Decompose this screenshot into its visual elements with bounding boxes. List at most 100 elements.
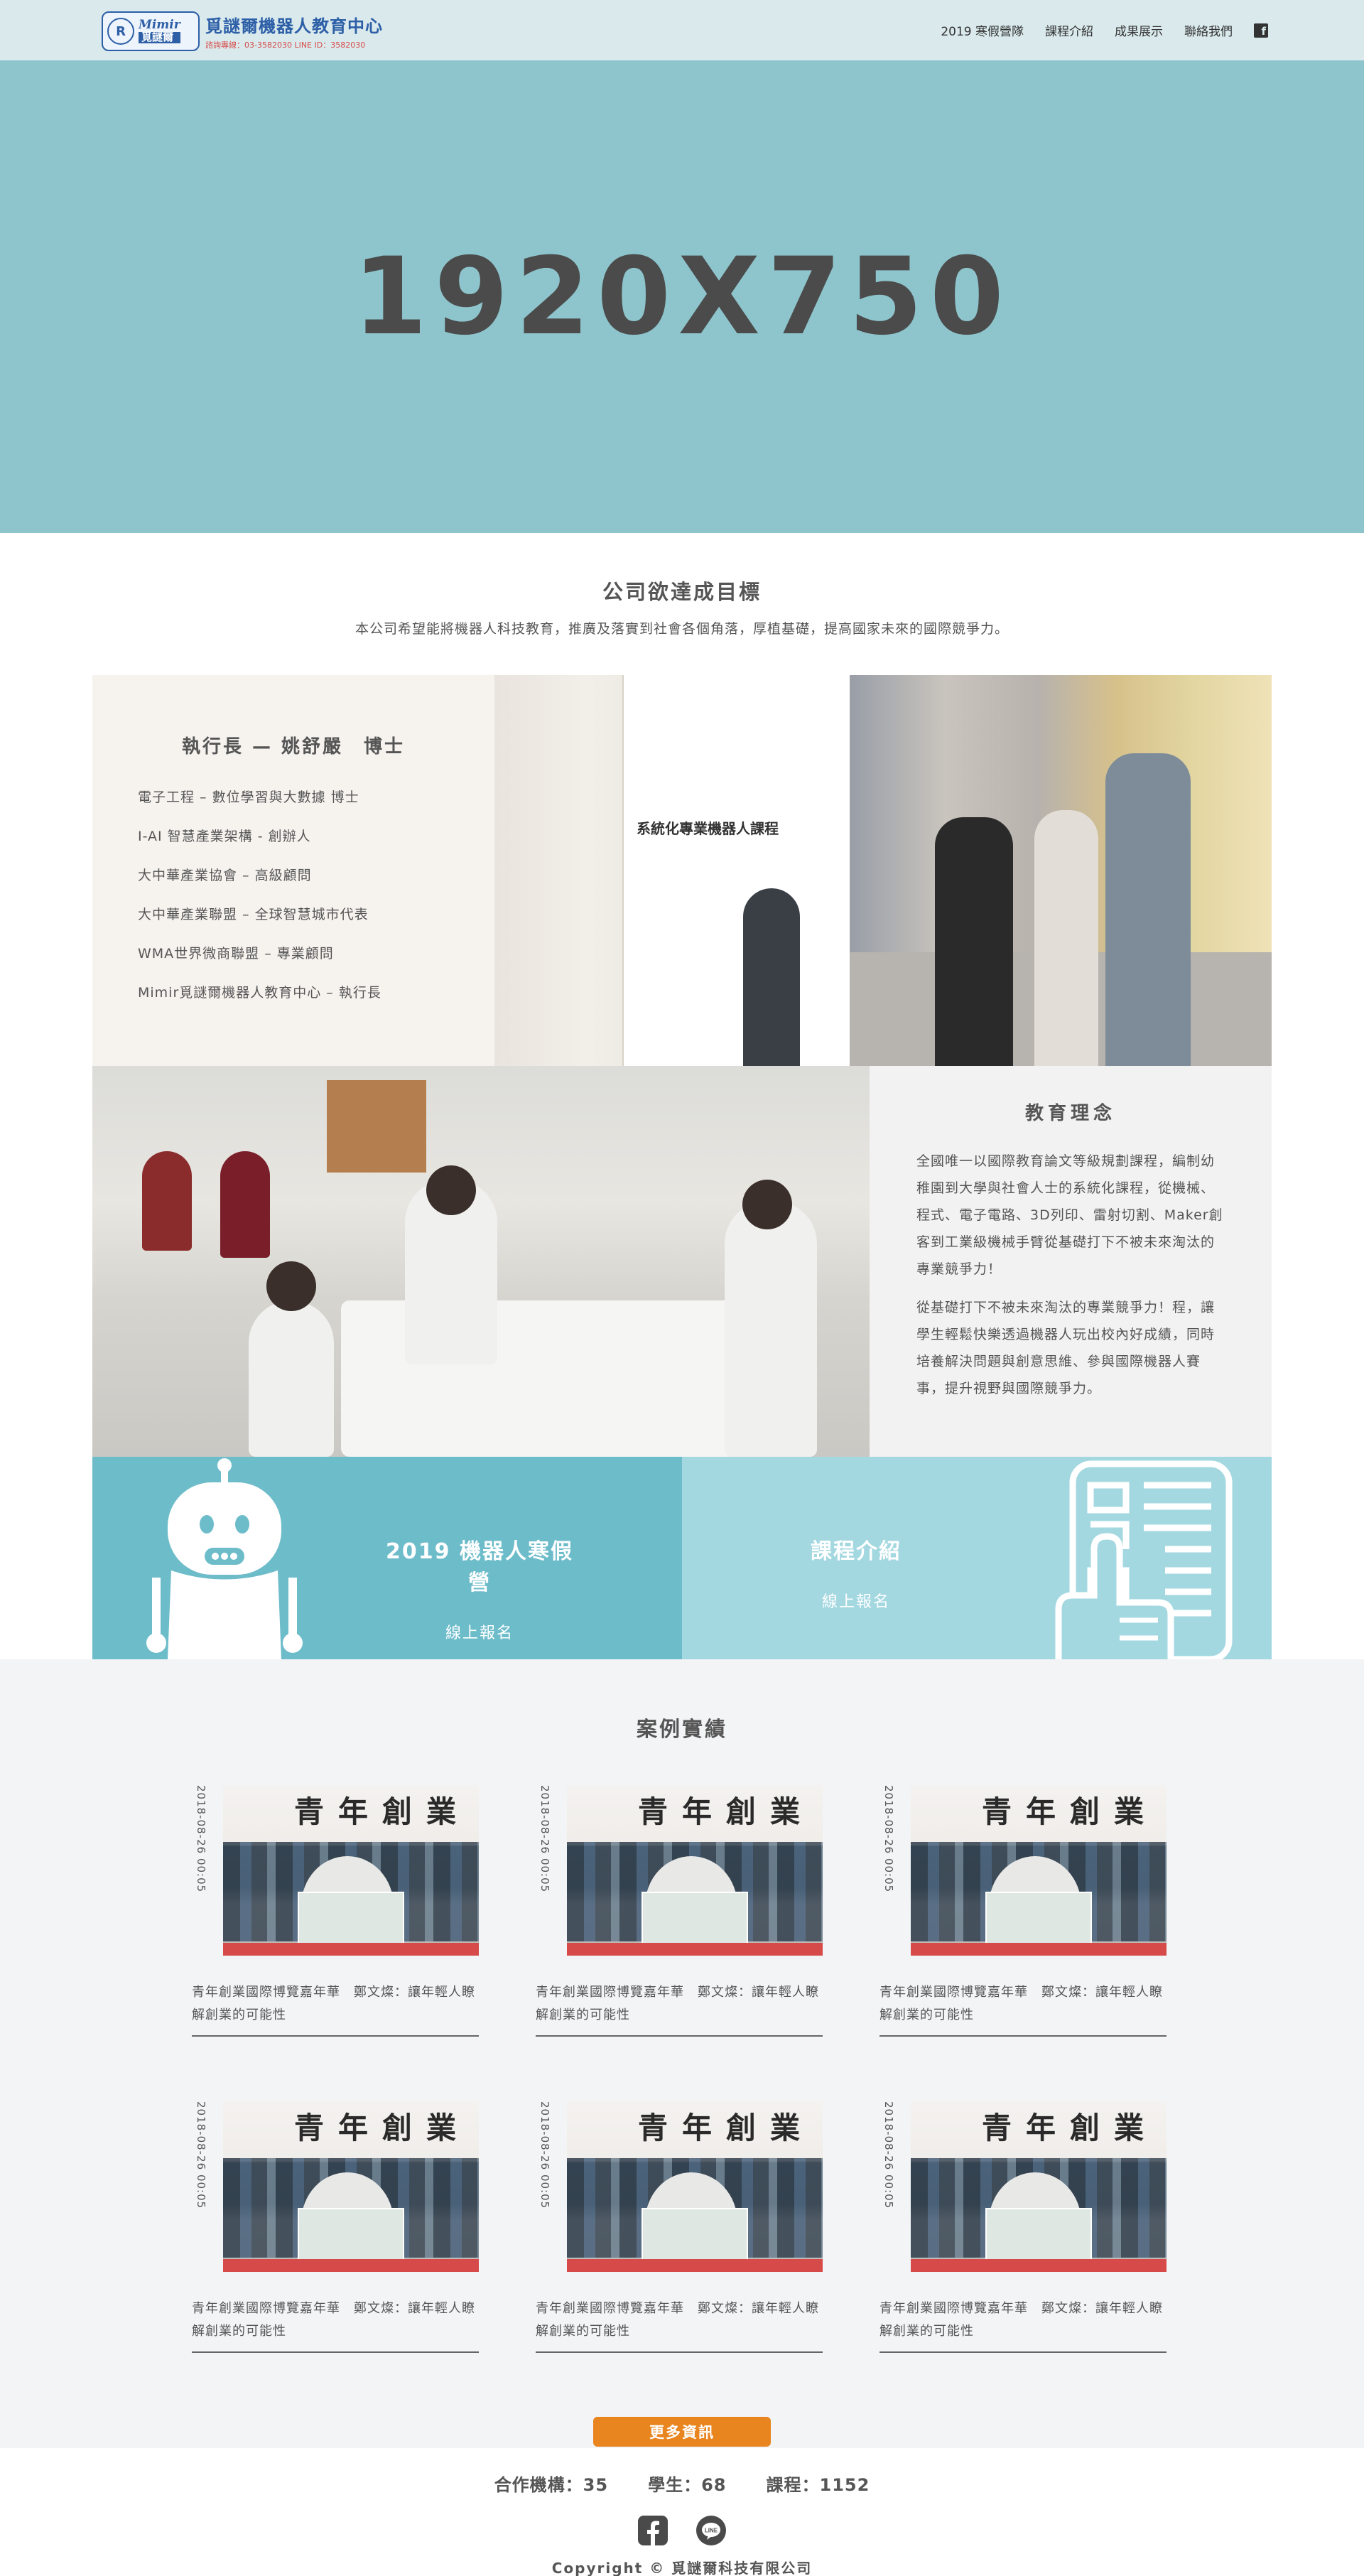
- case-divider: [536, 2351, 823, 2353]
- expo-person: [1034, 810, 1098, 1066]
- logo-contact: 諮詢專線：03-3582030 LINE ID：3582030: [205, 41, 366, 50]
- main-nav: 2019 寒假營隊 課程介紹 成果展示 聯絡我們 f: [941, 21, 1268, 39]
- nav-showcase[interactable]: 成果展示: [1115, 21, 1163, 39]
- stat-courses: 課程：1152: [766, 2475, 870, 2495]
- course-intro-title: 課程介紹: [811, 1539, 902, 1564]
- ceo-credential: 大中華產業聯盟 – 全球智慧城市代表: [138, 907, 369, 922]
- stat-students: 學生：68: [648, 2475, 727, 2495]
- ceo-credential: Mimir覓謎爾機器人教育中心 – 執行長: [138, 985, 381, 1001]
- winter-camp-promo[interactable]: 2019 機器人寒假營 線上報名: [92, 1457, 682, 1659]
- goal-title: 公司欲達成目標: [602, 580, 762, 604]
- case-title[interactable]: 青年創業國際博覽嘉年華 鄭文燦：讓年輕人瞭解創業的可能性: [192, 1981, 479, 2027]
- course-intro-signup-link[interactable]: 線上報名: [774, 1589, 938, 1612]
- expo-board-sign: 系統化專業機器人課程: [637, 820, 779, 837]
- classroom-table: [341, 1300, 739, 1457]
- ceo-credential: I-AI 智慧產業架構 - 創辦人: [138, 829, 311, 844]
- case-card[interactable]: 2018-08-26 00:05 青年創業 青年創業國際博覽嘉年華 鄭文燦：讓年…: [536, 2101, 823, 2418]
- case-studies: 案例實績 2018-08-26 00:05 青年創業 青年創業國際博覽嘉年華 鄭…: [0, 1659, 1364, 2420]
- case-thumbnail[interactable]: 青年創業: [223, 2101, 479, 2272]
- logo-title: 覓謎爾機器人教育中心: [205, 16, 383, 36]
- case-divider: [192, 2035, 479, 2037]
- case-title[interactable]: 青年創業國際博覽嘉年華 鄭文燦：讓年輕人瞭解創業的可能性: [879, 1981, 1167, 2027]
- case-date: 2018-08-26 00:05: [882, 1785, 895, 1893]
- more-info-button[interactable]: 更多資訊: [593, 2417, 771, 2447]
- classroom-student: [142, 1151, 192, 1251]
- case-title[interactable]: 青年創業國際博覽嘉年華 鄭文燦：讓年輕人瞭解創業的可能性: [536, 1981, 823, 2027]
- winter-camp-signup-link[interactable]: 線上報名: [377, 1620, 583, 1643]
- case-thumbnail-stripe: [911, 2259, 1167, 2272]
- site-logo[interactable]: R Mimir 覓謎爾 覓謎爾機器人教育中心 諮詢專線：03-3582030 L…: [102, 11, 383, 51]
- case-date: 2018-08-26 00:05: [538, 1785, 551, 1893]
- nav-contact[interactable]: 聯絡我們: [1184, 21, 1233, 39]
- case-divider: [192, 2351, 479, 2353]
- case-title[interactable]: 青年創業國際博覽嘉年華 鄭文燦：讓年輕人瞭解創業的可能性: [879, 2297, 1167, 2343]
- case-thumbnail[interactable]: 青年創業: [911, 1785, 1167, 1956]
- stats-bar: 合作機構：35 學生：68 課程：1152: [0, 2471, 1364, 2496]
- classroom-student-head: [742, 1180, 792, 1229]
- logo-badge: R Mimir 覓謎爾: [102, 11, 200, 51]
- case-thumbnail[interactable]: 青年創業: [911, 2101, 1167, 2272]
- line-icon[interactable]: LINE: [696, 2516, 726, 2545]
- course-intro-text: 課程介紹 線上報名: [774, 1534, 938, 1612]
- case-card[interactable]: 2018-08-26 00:05 青年創業 青年創業國際博覽嘉年華 鄭文燦：讓年…: [879, 2101, 1167, 2418]
- cases-title: 案例實績: [636, 1717, 727, 1741]
- nav-winter-camp[interactable]: 2019 寒假營隊: [941, 21, 1024, 39]
- nav-courses[interactable]: 課程介紹: [1045, 21, 1093, 39]
- ceo-title: 執行長 — 姚舒嚴 博士: [181, 736, 406, 758]
- case-thumbnail-stripe: [567, 1943, 823, 1956]
- case-thumbnail-stripe: [911, 1943, 1167, 1956]
- philosophy-paragraph-1: 全國唯一以國際教育論文等級規劃課程，編制幼稚園到大學與社會人士的系統化課程，從機…: [916, 1153, 1223, 1277]
- case-grid: 2018-08-26 00:05 青年創業 青年創業國際博覽嘉年華 鄭文燦：讓年…: [192, 1785, 1172, 2418]
- hero-banner: 1920X750: [0, 60, 1364, 533]
- case-thumbnail[interactable]: 青年創業: [567, 1785, 823, 1956]
- case-thumbnail-board: [985, 1892, 1092, 1949]
- case-card[interactable]: 2018-08-26 00:05 青年創業 青年創業國際博覽嘉年華 鄭文燦：讓年…: [536, 1785, 823, 2101]
- about-row-2: 教育理念 全國唯一以國際教育論文等級規劃課程，編制幼稚園到大學與社會人士的系統化…: [92, 1066, 1272, 1457]
- facebook-icon[interactable]: [638, 2516, 668, 2545]
- case-title[interactable]: 青年創業國際博覽嘉年華 鄭文燦：讓年輕人瞭解創業的可能性: [192, 2297, 479, 2343]
- course-intro-promo[interactable]: 課程介紹 線上報名: [682, 1457, 1272, 1659]
- copyright-text: Copyright © 覓謎爾科技有限公司: [551, 2560, 813, 2576]
- case-thumbnail-banner: 青年創業: [982, 2111, 1159, 2145]
- hero-placeholder-text: 1920X750: [352, 235, 1012, 359]
- svg-text:LINE: LINE: [705, 2528, 718, 2534]
- case-thumbnail-banner: 青年創業: [638, 1794, 815, 1829]
- case-thumbnail-banner: 青年創業: [638, 2111, 815, 2145]
- logo-star-icon: R: [107, 18, 134, 45]
- ceo-credential: WMA世界微商聯盟 – 專業顧問: [138, 946, 334, 961]
- case-card[interactable]: 2018-08-26 00:05 青年創業 青年創業國際博覽嘉年華 鄭文燦：讓年…: [879, 1785, 1167, 2101]
- logo-wordmark: Mimir 覓謎爾: [139, 18, 180, 43]
- expo-display-board: [622, 675, 850, 1066]
- case-thumbnail-stripe: [567, 2259, 823, 2272]
- classroom-student-head: [266, 1261, 316, 1311]
- case-date: 2018-08-26 00:05: [195, 1785, 207, 1893]
- goal-text: 本公司希望能將機器人科技教育，推廣及落實到社會各個角落，厚植基礎，提高國家未來的…: [354, 621, 1009, 637]
- classroom-photo: [92, 1066, 870, 1457]
- case-card[interactable]: 2018-08-26 00:05 青年創業 青年創業國際博覽嘉年華 鄭文燦：讓年…: [192, 1785, 479, 2101]
- ceo-credentials: 電子工程 – 數位學習與大數據 博士 I-AI 智慧產業架構 - 創辦人 大中華…: [138, 787, 449, 1001]
- case-date: 2018-08-26 00:05: [882, 2101, 895, 2209]
- philosophy-paragraph-2: 從基礎打下不被未來淘汰的專業競爭力！程，讓學生輕鬆快樂透過機器人玩出校內好成績，…: [916, 1300, 1216, 1396]
- classroom-student-head: [426, 1165, 476, 1215]
- case-thumbnail-board: [642, 2208, 748, 2265]
- ceo-credential: 大中華產業協會 – 高級顧問: [138, 868, 312, 883]
- case-card[interactable]: 2018-08-26 00:05 青年創業 青年創業國際博覽嘉年華 鄭文燦：讓年…: [192, 2101, 479, 2418]
- robot-icon: [146, 1458, 303, 1659]
- case-thumbnail-banner: 青年創業: [294, 1794, 471, 1829]
- case-title[interactable]: 青年創業國際博覽嘉年華 鄭文燦：讓年輕人瞭解創業的可能性: [536, 2297, 823, 2343]
- ceo-card: 執行長 — 姚舒嚴 博士 電子工程 – 數位學習與大數據 博士 I-AI 智慧產…: [92, 675, 494, 1066]
- case-thumbnail-board: [985, 2208, 1092, 2265]
- philosophy-title: 教育理念: [1024, 1103, 1116, 1124]
- logo-text: 覓謎爾機器人教育中心 諮詢專線：03-3582030 LINE ID：35820…: [205, 12, 383, 50]
- case-divider: [879, 2035, 1167, 2037]
- facebook-icon[interactable]: f: [1254, 23, 1268, 38]
- winter-camp-title: 2019 機器人寒假營: [386, 1539, 573, 1595]
- expo-person: [935, 817, 1013, 1066]
- company-goal: 公司欲達成目標 本公司希望能將機器人科技教育，推廣及落實到社會各個角落，厚植基礎…: [0, 533, 1364, 675]
- case-thumbnail[interactable]: 青年創業: [223, 1785, 479, 1956]
- logo-zh: 覓謎爾: [139, 31, 180, 43]
- classroom-student: [249, 1300, 334, 1457]
- site-footer: 合作機構：35 學生：68 課程：1152 LINE Copyright © 覓…: [0, 2448, 1364, 2576]
- case-thumbnail[interactable]: 青年創業: [567, 2101, 823, 2272]
- social-links: LINE: [0, 2516, 1364, 2545]
